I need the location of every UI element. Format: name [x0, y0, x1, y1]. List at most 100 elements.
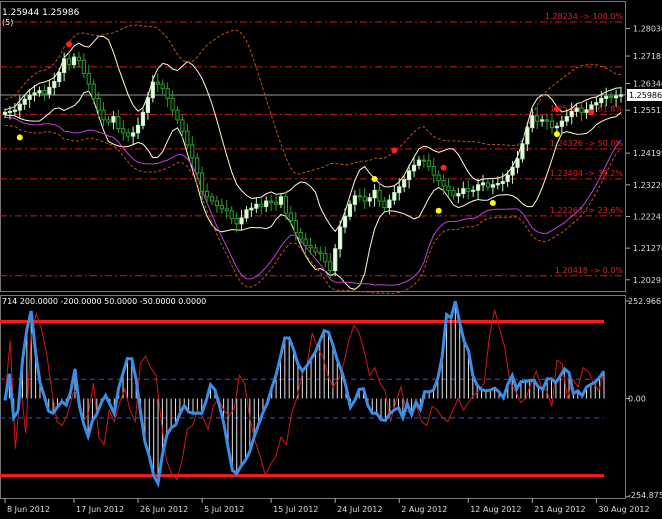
candle-body	[392, 192, 397, 201]
time-label: 30 Aug 2012	[598, 505, 649, 514]
candle-body	[234, 218, 239, 225]
candle-body	[42, 90, 47, 95]
candle-body	[27, 94, 32, 100]
oscillator-header: 714 200.0000 -200.0000 50.0000 -50.0000 …	[2, 297, 206, 306]
candle-body	[126, 132, 131, 137]
time-label: 24 Jul 2012	[337, 505, 382, 514]
candle-body	[244, 209, 249, 219]
candle-body	[170, 97, 175, 111]
candle-body	[150, 81, 155, 99]
candle-body	[273, 201, 279, 205]
price-tick-label: 1.21270	[633, 244, 662, 253]
candle-body	[224, 208, 229, 212]
candle-body	[520, 143, 525, 160]
candle-body	[298, 232, 303, 240]
price-header: 1.25944 1.25986	[2, 8, 80, 18]
candle-body	[145, 97, 151, 113]
candle-body	[81, 59, 86, 74]
time-label: 5 Jul 2012	[204, 505, 244, 514]
yellow-dot	[553, 131, 560, 138]
candle-body	[559, 120, 564, 127]
candle-body	[106, 119, 111, 123]
candle-body	[209, 196, 215, 202]
candle-body	[569, 110, 574, 118]
candle-body	[131, 132, 136, 137]
candle-body	[17, 103, 22, 111]
candle-body	[269, 200, 274, 203]
candle-body	[62, 58, 67, 73]
candle-body	[397, 186, 402, 194]
candle-body	[328, 261, 333, 272]
candle-body	[441, 180, 446, 187]
price-header-suffix: (5)	[2, 18, 13, 27]
candle-body	[254, 203, 259, 209]
red-dot	[440, 164, 447, 171]
candle-body	[342, 215, 348, 228]
candle-body	[347, 203, 353, 217]
time-label: 2 Aug 2012	[401, 505, 447, 514]
yellow-dot	[16, 134, 23, 141]
red-dot	[391, 147, 398, 154]
candle-body	[303, 238, 308, 247]
time-label: 8 Jun 2012	[7, 505, 50, 514]
yellow-dot	[435, 207, 442, 214]
candle-body	[416, 159, 422, 166]
candle-body	[495, 183, 500, 186]
candle-body	[456, 193, 461, 197]
candle-body	[466, 188, 471, 192]
candle-body	[140, 111, 146, 126]
candle-body	[618, 94, 624, 97]
candle-body	[32, 92, 37, 96]
candle-body	[579, 107, 584, 113]
time-label: 17 Jun 2012	[76, 505, 124, 514]
candle-body	[549, 120, 555, 129]
time-label: 15 Jul 2012	[273, 505, 318, 514]
candle-body	[160, 83, 165, 90]
candle-body	[239, 217, 244, 225]
candle-body	[175, 109, 180, 121]
candle-body	[431, 166, 436, 176]
candle-body	[471, 189, 476, 192]
candle-body	[485, 182, 491, 188]
candle-body	[96, 97, 101, 111]
osc-tick-label: 252.966	[628, 297, 661, 306]
candle-body	[372, 189, 377, 199]
red-dot	[553, 106, 560, 113]
candle-body	[500, 181, 505, 185]
candle-body	[411, 164, 417, 172]
candle-body	[204, 190, 210, 198]
candle-body	[91, 83, 96, 99]
candle-body	[367, 197, 372, 202]
fib-label: 1.28234 -> 100.0%	[545, 12, 624, 21]
candle-body	[584, 109, 589, 113]
candle-body	[475, 184, 481, 191]
candle-body	[530, 115, 535, 129]
candle-body	[293, 220, 298, 234]
price-tick-label: 1.26340	[633, 79, 662, 88]
candle-body	[249, 207, 254, 211]
candle-body	[338, 226, 343, 250]
candle-body	[540, 119, 545, 122]
candle-body	[510, 166, 515, 176]
forex-chart: 1.25944 1.25986 (5) 1.28234 -> 100.0% 1.2…	[0, 0, 662, 519]
candle-body	[421, 159, 426, 162]
candle-body	[259, 203, 264, 208]
price-tick-label: 1.20295	[633, 276, 662, 285]
candle-body	[333, 248, 338, 272]
price-tick-label: 1.22245	[633, 212, 662, 221]
candle-body	[318, 251, 323, 255]
candle-body	[22, 98, 27, 105]
candle-body	[66, 58, 72, 66]
candle-body	[594, 102, 599, 106]
candle-body	[180, 119, 185, 132]
candle-body	[7, 110, 13, 113]
candle-body	[564, 116, 569, 122]
candle-body	[37, 90, 42, 94]
candle-body	[116, 116, 121, 130]
fib-label: 1.24326 -> 50.0%	[550, 139, 624, 148]
candle-body	[313, 247, 318, 253]
candle-body	[111, 116, 116, 123]
candle-body	[12, 109, 17, 112]
candle-body	[461, 188, 466, 195]
candle-body	[323, 253, 328, 263]
